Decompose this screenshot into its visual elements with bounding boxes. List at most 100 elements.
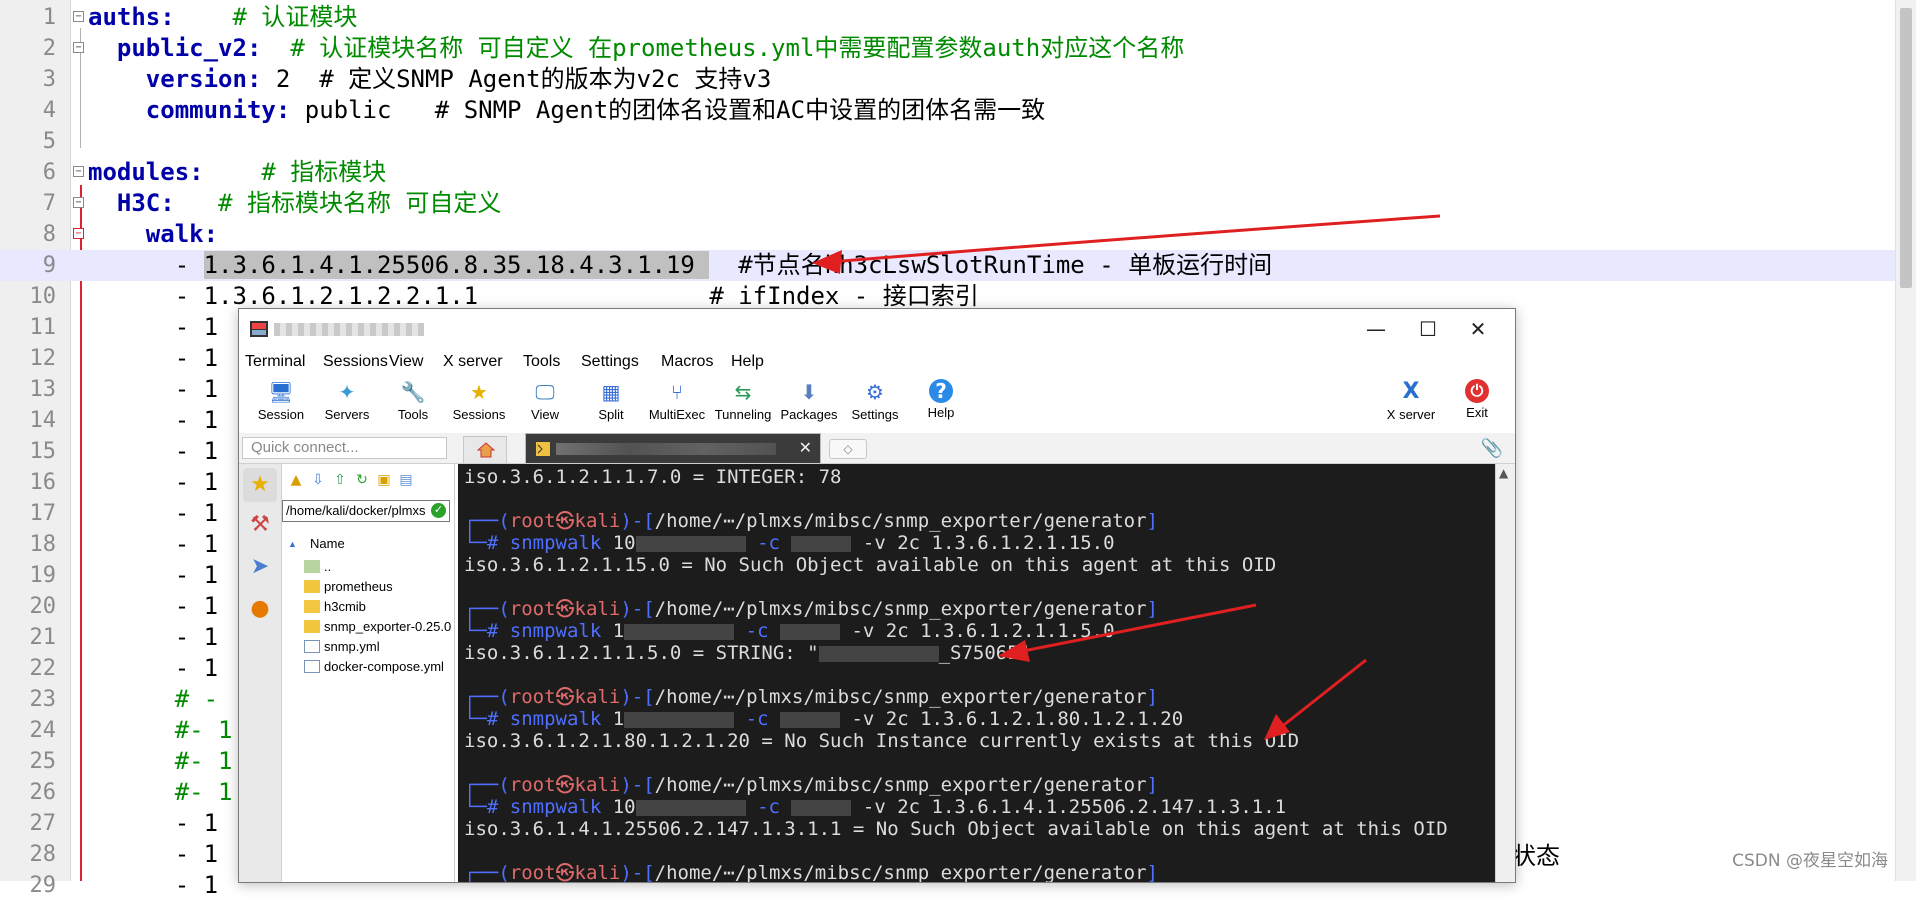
fold-toggle-icon[interactable]: −: [73, 42, 84, 53]
toolbar-servers-button[interactable]: ✦ Servers: [315, 379, 379, 422]
prompt-skull-icon: ㉿: [555, 510, 575, 532]
code-text: 1.3.6.1.4.1.25506.8.35.18.4.3.1.19: [203, 251, 710, 279]
line-number: 11: [29, 315, 57, 340]
toolbar-multiexec-button[interactable]: ⑂ MultiExec: [645, 379, 709, 422]
sftp-globe-icon[interactable]: ●: [243, 592, 277, 626]
editor-line[interactable]: 7 − H3C: # 指标模块名称 可自定义: [0, 188, 1896, 219]
terminal-scrollbar[interactable]: ▲: [1495, 464, 1515, 882]
editor-line[interactable]: 4 community: public # SNMP Agent的团体名设置和A…: [0, 95, 1896, 126]
toolbar-packages-button[interactable]: ⬇ Packages: [777, 379, 841, 422]
home-tab[interactable]: [463, 436, 507, 463]
new-folder-icon[interactable]: ▣: [376, 472, 392, 488]
editor-line[interactable]: 6 − modules: # 指标模块: [0, 157, 1896, 188]
menu-view[interactable]: View: [389, 349, 423, 375]
menu-tools[interactable]: Tools: [523, 349, 560, 375]
menu-settings[interactable]: Settings: [581, 349, 639, 375]
toolbar-tunneling-button[interactable]: ⇆ Tunneling: [711, 379, 775, 422]
prompt-user: root: [509, 510, 556, 532]
mobaxterm-window[interactable]: — ☐ ✕ Terminal Sessions View X server Tools S…: [238, 308, 1516, 883]
file-row[interactable]: h3cmib: [304, 597, 366, 617]
fold-toggle-icon[interactable]: −: [73, 197, 84, 208]
servers-icon: ✦: [338, 380, 356, 404]
ssh-session-tab[interactable]: ✕: [525, 433, 821, 463]
toolbar-split-button[interactable]: ▦ Split: [579, 379, 643, 422]
prompt-frame: )-[: [620, 774, 655, 796]
tools-strip-icon[interactable]: ⚒: [243, 508, 277, 542]
star-sessions-icon[interactable]: ★: [243, 468, 277, 502]
editor-line[interactable]: 3 version: 2 # 定义SNMP Agent的版本为v2c 支持v3: [0, 64, 1896, 95]
fold-toggle-icon[interactable]: −: [73, 228, 84, 239]
editor-line[interactable]: 5: [0, 126, 1896, 157]
menu-macros[interactable]: Macros: [661, 349, 713, 375]
prompt-frame: ]: [1146, 774, 1158, 796]
toolbar-exit-button[interactable]: ⏻ Exit: [1445, 379, 1509, 420]
menu-x-server[interactable]: X server: [443, 349, 503, 375]
toolbar-sessions-button[interactable]: ★ Sessions: [447, 379, 511, 422]
quick-connect-input[interactable]: Quick connect...: [242, 437, 447, 459]
prompt-path: /home/⋯/plmxs/mibsc/snmp_exporter/genera…: [654, 774, 1147, 796]
terminal-line: iso.3.6.1.2.1.1.5.0 = STRING: " _S7506E": [464, 642, 1030, 664]
prompt-host: kali: [574, 598, 621, 620]
editor-line[interactable]: 2 − public_v2: # 认证模块名称 可自定义 在prometheus.…: [0, 33, 1896, 64]
toolbar-view-button[interactable]: 🖵 View: [513, 379, 577, 422]
up-folder-icon[interactable]: ▲: [288, 472, 304, 488]
toolbar-label: Exit: [1466, 405, 1488, 420]
toolbar-tools-button[interactable]: 🔧 Tools: [381, 379, 445, 422]
menu-sessions[interactable]: Sessions: [323, 349, 388, 375]
prompt-frame: └─#: [464, 708, 510, 730]
title-bar[interactable]: — ☐ ✕: [239, 309, 1515, 349]
redacted-mask: [624, 623, 735, 640]
menu-help[interactable]: Help: [731, 349, 764, 375]
fold-toggle-icon[interactable]: −: [73, 11, 84, 22]
code-text: - 1: [88, 623, 219, 651]
file-name: snmp_exporter-0.25.0: [324, 619, 452, 634]
minimize-button[interactable]: —: [1353, 317, 1399, 341]
name-column-header: Name: [310, 536, 345, 551]
close-tab-icon[interactable]: ✕: [799, 438, 812, 457]
editor-scrollbar[interactable]: [1895, 0, 1916, 881]
editor-line[interactable]: 8 − walk:: [0, 219, 1896, 250]
toolbar-x-server-button[interactable]: X X server: [1379, 379, 1443, 422]
file-list-header[interactable]: ▲ Name: [282, 534, 454, 554]
code-comment: #- 1: [174, 778, 233, 806]
close-window-button[interactable]: ✕: [1455, 317, 1501, 341]
maximize-button[interactable]: ☐: [1405, 317, 1451, 341]
menu-terminal[interactable]: Terminal: [245, 349, 305, 375]
output-text: iso.3.6.1.2.1.80.1.2.1.20 = No Such Inst…: [464, 730, 1300, 752]
upload-icon[interactable]: ⇧: [332, 472, 348, 488]
toolbar-session-button[interactable]: 🖥 Session: [249, 379, 313, 422]
new-file-icon[interactable]: ▤: [398, 472, 414, 488]
line-number: 1: [42, 5, 56, 30]
file-row[interactable]: snmp.yml: [304, 637, 380, 657]
editor-line[interactable]: 1 − auths: # 认证模块: [0, 2, 1896, 33]
file-row[interactable]: ..: [304, 557, 331, 577]
fold-toggle-icon[interactable]: −: [73, 166, 84, 177]
file-row[interactable]: prometheus: [304, 577, 393, 597]
editor-line[interactable]: 9 - 1.3.6.1.4.1.25506.8.35.18.4.3.1.19 #…: [0, 250, 1896, 281]
toolbar-settings-button[interactable]: ⚙ Settings: [843, 379, 907, 422]
file-row[interactable]: docker-compose.yml: [304, 657, 444, 677]
path-ok-icon[interactable]: ✓: [431, 503, 446, 518]
file-icon: [304, 660, 320, 673]
scroll-up-icon[interactable]: ▲: [1499, 466, 1508, 480]
refresh-icon[interactable]: ↻: [354, 472, 370, 488]
send-icon[interactable]: ➤: [243, 550, 277, 584]
line-code: - 1: [88, 808, 218, 839]
toolbar-help-button[interactable]: ? Help: [909, 379, 973, 420]
terminal-output[interactable]: iso.3.6.1.2.1.1.7.0 = INTEGER: 78 ┌──(roo…: [458, 464, 1496, 882]
prompt-user: root: [509, 686, 556, 708]
scrollbar-thumb[interactable]: [1900, 8, 1912, 288]
line-number: 7: [42, 191, 56, 216]
file-row[interactable]: snmp_exporter-0.25.0: [304, 617, 451, 637]
toolbar-label: Sessions: [452, 407, 506, 422]
download-icon[interactable]: ⇩: [310, 472, 326, 488]
path-input[interactable]: /home/kali/docker/plmxs ✓: [282, 500, 450, 522]
new-tab-button[interactable]: ◇: [829, 439, 867, 459]
line-code: # -: [88, 684, 218, 715]
attachment-icon[interactable]: 📎: [1481, 438, 1503, 459]
terminal-line: └─# snmpwalk 1 -c -v 2c 1.3.6.1.2.1.1.5.…: [464, 620, 1115, 642]
